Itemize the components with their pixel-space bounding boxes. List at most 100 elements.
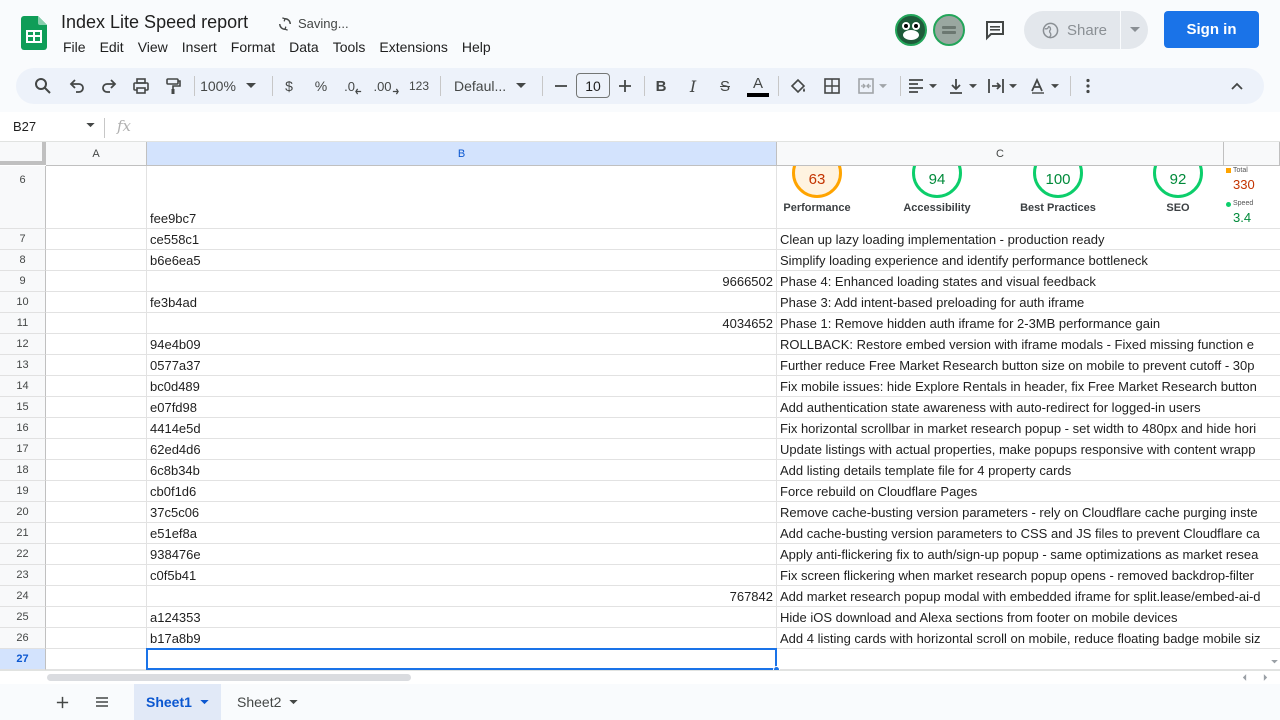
- cell-c[interactable]: ROLLBACK: Restore embed version with ifr…: [777, 334, 1280, 355]
- column-header-b[interactable]: B: [147, 142, 777, 166]
- cell-b[interactable]: fe3b4ad: [147, 292, 777, 313]
- share-button[interactable]: Share: [1024, 11, 1148, 49]
- avatar-frog-icon[interactable]: [895, 14, 927, 46]
- row-header[interactable]: 16: [0, 418, 46, 439]
- cell-c[interactable]: Fix mobile issues: hide Explore Rentals …: [777, 376, 1280, 397]
- menu-edit[interactable]: Edit: [93, 37, 131, 57]
- cell-c[interactable]: Add market research popup modal with emb…: [777, 586, 1280, 607]
- row-header[interactable]: 20: [0, 502, 46, 523]
- cell-b[interactable]: ce558c1: [147, 229, 777, 250]
- cell-a[interactable]: [46, 292, 147, 313]
- borders-button[interactable]: [820, 68, 844, 104]
- font-family-select[interactable]: Defaul...: [448, 68, 532, 104]
- name-box[interactable]: B27: [13, 119, 36, 134]
- cell-c[interactable]: Add listing details template file for 4 …: [777, 460, 1280, 481]
- cell-a[interactable]: [46, 565, 147, 586]
- cell-b[interactable]: 938476e: [147, 544, 777, 565]
- column-header-d[interactable]: [1224, 142, 1280, 166]
- add-sheet-button[interactable]: [46, 684, 78, 720]
- menu-data[interactable]: Data: [282, 37, 326, 57]
- menu-insert[interactable]: Insert: [175, 37, 224, 57]
- cell-b[interactable]: e51ef8a: [147, 523, 777, 544]
- avatar-anonymous-icon[interactable]: [933, 14, 965, 46]
- print-button[interactable]: [128, 68, 154, 104]
- cell-c[interactable]: Hide iOS download and Alexa sections fro…: [777, 607, 1280, 628]
- row-header[interactable]: 21: [0, 523, 46, 544]
- menu-extensions[interactable]: Extensions: [372, 37, 454, 57]
- cell-a[interactable]: [46, 250, 147, 271]
- redo-button[interactable]: [96, 68, 122, 104]
- row-header[interactable]: 24: [0, 586, 46, 607]
- row-header[interactable]: 11: [0, 313, 46, 334]
- menu-file[interactable]: File: [56, 37, 93, 57]
- column-header-a[interactable]: A: [46, 142, 147, 166]
- cell-b[interactable]: 37c5c06: [147, 502, 777, 523]
- caret-down-icon[interactable]: [200, 699, 209, 705]
- row-header[interactable]: 15: [0, 397, 46, 418]
- more-formats-button[interactable]: 123: [406, 68, 432, 104]
- cell-b[interactable]: 9666502: [147, 271, 777, 292]
- scroll-left-icon[interactable]: [1242, 674, 1247, 681]
- all-sheets-button[interactable]: [86, 684, 118, 720]
- cell-a[interactable]: [46, 544, 147, 565]
- cell-b[interactable]: 6c8b34b: [147, 460, 777, 481]
- cell-b[interactable]: e07fd98: [147, 397, 777, 418]
- text-wrapping-button[interactable]: [984, 68, 1020, 104]
- sheet-tab-sheet2[interactable]: Sheet2: [225, 684, 310, 720]
- cell-c[interactable]: Phase 3: Add intent-based preloading for…: [777, 292, 1280, 313]
- italic-button[interactable]: I: [682, 68, 704, 104]
- cell-b[interactable]: b17a8b9: [147, 628, 777, 649]
- cell-c[interactable]: Phase 4: Enhanced loading states and vis…: [777, 271, 1280, 292]
- cell-a[interactable]: [46, 523, 147, 544]
- cell-b[interactable]: 0577a37: [147, 355, 777, 376]
- sign-in-button[interactable]: Sign in: [1164, 11, 1259, 48]
- lighthouse-scores-image[interactable]: 63 Performance 94 Accessibility 100 Best Prac…: [777, 166, 1280, 228]
- scroll-right-icon[interactable]: [1263, 674, 1268, 681]
- cell-b[interactable]: c0f5b41: [147, 565, 777, 586]
- cell-c[interactable]: Update listings with actual properties, …: [777, 439, 1280, 460]
- row-header[interactable]: 22: [0, 544, 46, 565]
- select-all-corner[interactable]: [0, 142, 46, 165]
- increase-font-size-button[interactable]: [616, 68, 634, 104]
- row-header[interactable]: 17: [0, 439, 46, 460]
- row-header[interactable]: 10: [0, 292, 46, 313]
- cell-c[interactable]: Force rebuild on Cloudflare Pages: [777, 481, 1280, 502]
- cell-a[interactable]: [46, 502, 147, 523]
- sheets-logo-icon[interactable]: [21, 16, 47, 50]
- share-dropdown-button[interactable]: [1120, 11, 1148, 49]
- row-header[interactable]: 19: [0, 481, 46, 502]
- menu-tools[interactable]: Tools: [326, 37, 373, 57]
- fill-handle[interactable]: [773, 666, 780, 670]
- cell-c[interactable]: Clean up lazy loading implementation - p…: [777, 229, 1280, 250]
- cell-c[interactable]: Fix horizontal scrollbar in market resea…: [777, 418, 1280, 439]
- increase-decimal-button[interactable]: .00: [372, 68, 400, 104]
- decrease-decimal-button[interactable]: .0: [340, 68, 366, 104]
- column-header-c[interactable]: C: [777, 142, 1224, 166]
- cell-b[interactable]: 4414e5d: [147, 418, 777, 439]
- cell-b[interactable]: 94e4b09: [147, 334, 777, 355]
- cell-c[interactable]: Add cache-busting version parameters to …: [777, 523, 1280, 544]
- sheet-tab-sheet1[interactable]: Sheet1: [134, 684, 221, 720]
- row-header[interactable]: 23: [0, 565, 46, 586]
- menu-view[interactable]: View: [131, 37, 175, 57]
- formula-input[interactable]: [146, 118, 1246, 136]
- cell-b[interactable]: fee9bc7: [147, 166, 777, 229]
- share-main-button[interactable]: Share: [1024, 11, 1120, 49]
- fill-color-button[interactable]: [786, 68, 810, 104]
- comment-icon[interactable]: [983, 18, 1007, 42]
- merge-cells-button[interactable]: [852, 68, 892, 104]
- selected-cell-b27[interactable]: [146, 648, 777, 670]
- cell-c[interactable]: Apply anti-flickering fix to auth/sign-u…: [777, 544, 1280, 565]
- cell-c[interactable]: Simplify loading experience and identify…: [777, 250, 1280, 271]
- cell-c[interactable]: Fix screen flickering when market resear…: [777, 565, 1280, 586]
- cell-a[interactable]: [46, 649, 147, 670]
- row-header[interactable]: 8: [0, 250, 46, 271]
- cell-a[interactable]: [46, 586, 147, 607]
- row-header[interactable]: 25: [0, 607, 46, 628]
- undo-button[interactable]: [64, 68, 90, 104]
- vertical-align-button[interactable]: [944, 68, 980, 104]
- cell-b[interactable]: 4034652: [147, 313, 777, 334]
- cell-c[interactable]: Further reduce Free Market Research butt…: [777, 355, 1280, 376]
- cell-a[interactable]: [46, 397, 147, 418]
- menu-help[interactable]: Help: [455, 37, 498, 57]
